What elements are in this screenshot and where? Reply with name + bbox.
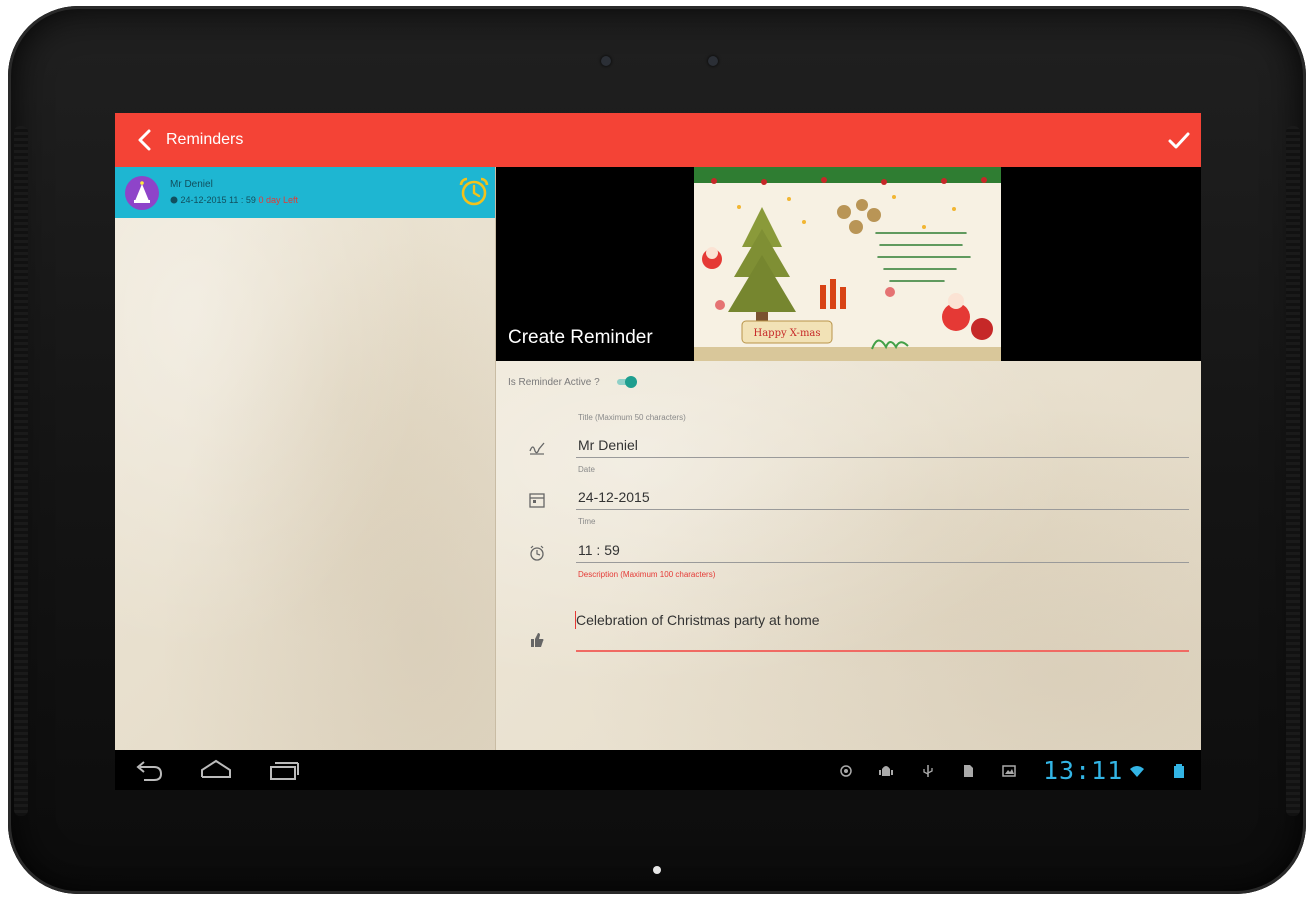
app-bar-title: Reminders (166, 131, 244, 148)
front-camera (708, 56, 718, 66)
list-item[interactable]: Mr Deniel 24-12-2015 11 : 59 0 day Left (115, 167, 495, 218)
time-underline (576, 562, 1189, 563)
signature-icon (529, 442, 545, 455)
screen: Reminders Mr Deniel 24-12-2015 11 : 59 0… (115, 113, 1201, 790)
toggle-thumb (625, 376, 637, 388)
cake-icon (134, 181, 150, 203)
card-text: Happy X-mas (753, 328, 820, 339)
reminder-title: Mr Deniel (170, 179, 213, 190)
recent-apps-icon[interactable] (267, 758, 301, 782)
active-toggle[interactable] (617, 376, 637, 388)
title-field[interactable]: Mr Deniel (578, 437, 638, 453)
calendar-icon (529, 493, 545, 508)
time-field[interactable]: 11 : 59 (578, 542, 620, 558)
chevron-left-icon[interactable] (131, 126, 159, 154)
text-cursor (575, 611, 576, 629)
create-reminder-heading: Create Reminder (508, 327, 653, 348)
left-speaker-grille (14, 126, 28, 816)
reminder-header: Happy X-mas Create Reminder (496, 167, 1201, 361)
thumbs-up-icon (531, 633, 544, 647)
description-underline (576, 650, 1189, 652)
date-underline (576, 509, 1189, 510)
date-field[interactable]: 24-12-2015 (578, 489, 650, 505)
title-underline (576, 457, 1189, 458)
battery-icon (1174, 764, 1184, 778)
active-toggle-label: Is Reminder Active ? (508, 377, 600, 388)
android-debug-icon (879, 766, 893, 776)
light-sensor (601, 56, 611, 66)
alarm-icon (530, 545, 544, 561)
back-icon[interactable] (132, 758, 166, 782)
image-icon (1002, 765, 1016, 777)
reminder-datetime-text: 24-12-2015 11 : 59 (180, 195, 256, 205)
usb-icon (923, 765, 933, 777)
system-bar: 13:11 (115, 750, 1201, 790)
app-bar: Reminders (115, 113, 1201, 167)
check-icon[interactable] (1165, 126, 1193, 154)
description-field[interactable]: Celebration of Christmas party at home (576, 612, 820, 628)
clock-icon (170, 196, 178, 204)
title-label: Title (Maximum 50 characters) (578, 413, 686, 422)
status-clock: 13:11 (1043, 756, 1124, 785)
reminder-list-panel: Mr Deniel 24-12-2015 11 : 59 0 day Left (115, 167, 495, 750)
right-speaker-grille (1286, 126, 1300, 816)
wifi-icon (1130, 766, 1144, 777)
christmas-card-illustration: Happy X-mas (694, 167, 1001, 361)
days-left-badge: 0 day Left (258, 195, 298, 205)
time-label: Time (578, 517, 596, 526)
reminder-datetime: 24-12-2015 11 : 59 0 day Left (170, 195, 298, 205)
notification-led (653, 866, 661, 874)
gps-icon (840, 765, 852, 777)
alarm-clock-icon[interactable] (458, 176, 490, 208)
avatar (125, 176, 159, 210)
description-label: Description (Maximum 100 characters) (578, 570, 716, 579)
reminder-form: Is Reminder Active ? Title (Maximum 50 c… (496, 361, 1201, 750)
sd-card-icon (964, 765, 973, 777)
date-label: Date (578, 465, 595, 474)
christmas-card-image[interactable]: Happy X-mas (694, 167, 1001, 361)
home-icon[interactable] (199, 758, 233, 782)
